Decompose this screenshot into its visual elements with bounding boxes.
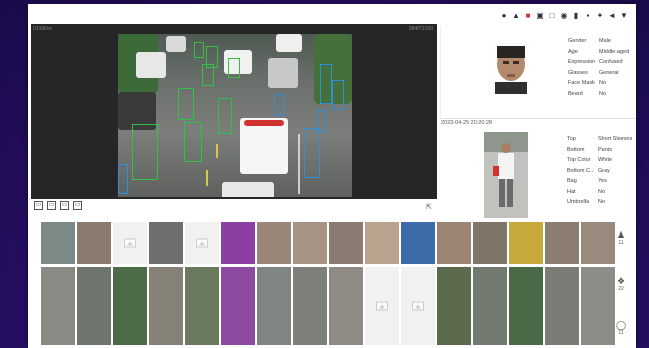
snapshot-icon[interactable]: ▣	[536, 11, 544, 20]
body-thumb[interactable]	[149, 267, 183, 345]
layout-4-icon[interactable]: ▭	[73, 201, 82, 210]
face-thumb[interactable]	[77, 222, 111, 264]
body-thumb[interactable]	[41, 267, 75, 345]
toolbar-icons: ● ▲ ■ ▣ □ ◉ ▮ ▪ ✦ ◄ ▼	[500, 11, 628, 20]
face-count-tab[interactable]: ♟ 11	[610, 230, 632, 246]
body-thumb[interactable]	[437, 267, 471, 345]
body-thumb[interactable]	[221, 267, 255, 345]
bike-count-tab[interactable]: ◯ 11	[610, 320, 632, 336]
capture-timestamp: 2023-04-25 20:20:28	[441, 120, 493, 126]
body-thumb[interactable]	[509, 267, 543, 345]
face-thumb[interactable]	[257, 222, 291, 264]
body-attributes: Top Short Sleeves Bottom Pants Top Color Wh…	[567, 136, 633, 205]
people-count: 22	[618, 286, 624, 292]
body-thumb[interactable]	[473, 267, 507, 345]
face-thumb[interactable]	[545, 222, 579, 264]
image-placeholder-icon	[376, 301, 388, 311]
video-channel-label: 01/06/xx	[33, 26, 52, 32]
body-attribute-panel: Top Short Sleeves Bottom Pants Top Color Wh…	[440, 130, 636, 220]
bike-icon: ◯	[615, 320, 627, 330]
image-placeholder-icon	[412, 301, 424, 311]
face-thumb[interactable]	[437, 222, 471, 264]
image-placeholder-icon	[196, 238, 208, 248]
fullscreen-icon[interactable]: ✦	[596, 11, 604, 20]
body-thumb[interactable]	[113, 267, 147, 345]
snapshot-strip: ♟ 11 ❖ 22 ◯ 11	[31, 220, 636, 348]
body-thumb-placeholder[interactable]	[365, 267, 399, 345]
person-icon: ♟	[616, 230, 626, 240]
body-image	[484, 132, 528, 218]
face-thumb[interactable]	[329, 222, 363, 264]
body-thumb[interactable]	[257, 267, 291, 345]
bike-count: 11	[618, 330, 624, 336]
face-image	[489, 42, 533, 94]
body-thumb-placeholder[interactable]	[401, 267, 435, 345]
face-thumb[interactable]	[509, 222, 543, 264]
face-thumb[interactable]	[41, 222, 75, 264]
people-icon: ❖	[616, 276, 626, 286]
layout-tools: ▭ ▭ ▭ ▭	[34, 201, 82, 210]
face-count: 11	[618, 240, 624, 246]
face-thumb[interactable]	[221, 222, 255, 264]
face-thumb[interactable]	[365, 222, 399, 264]
circle-icon[interactable]: ◉	[560, 11, 568, 20]
live-video-view[interactable]: 01/06/xx 3840*2160	[31, 24, 437, 199]
image-placeholder-icon	[124, 238, 136, 248]
audio-icon[interactable]: ◄	[608, 11, 616, 20]
person-icon[interactable]: ●	[500, 11, 508, 20]
app-window: ● ▲ ■ ▣ □ ◉ ▮ ▪ ✦ ◄ ▼ 01/06/xx 3840*2160	[28, 4, 636, 348]
record-icon[interactable]: ■	[524, 11, 532, 20]
face-thumb[interactable]	[293, 222, 327, 264]
square-icon[interactable]: □	[548, 11, 556, 20]
face-thumb[interactable]	[473, 222, 507, 264]
layout-3-icon[interactable]: ▭	[60, 201, 69, 210]
body-thumb[interactable]	[293, 267, 327, 345]
body-thumb[interactable]	[77, 267, 111, 345]
mic-icon[interactable]: ▮	[572, 11, 580, 20]
body-thumb[interactable]	[185, 267, 219, 345]
body-snapshot[interactable]	[484, 132, 528, 218]
camera-icon[interactable]: ▪	[584, 11, 592, 20]
face-thumb[interactable]	[401, 222, 435, 264]
face-thumb[interactable]	[149, 222, 183, 264]
face-snapshot-row	[41, 222, 615, 264]
layout-1-icon[interactable]: ▭	[34, 201, 43, 210]
traffic-scene	[118, 34, 352, 197]
pin-icon[interactable]: ▲	[512, 11, 520, 20]
face-thumb-placeholder[interactable]	[185, 222, 219, 264]
face-snapshot[interactable]	[481, 38, 541, 98]
face-thumb-placeholder[interactable]	[113, 222, 147, 264]
resize-icon[interactable]: ⇱	[426, 203, 432, 211]
panel-divider	[440, 118, 636, 119]
face-attribute-panel: Gender Male Age Middle-aged Expression Conf…	[440, 26, 636, 118]
download-icon[interactable]: ▼	[620, 11, 628, 20]
layout-2-icon[interactable]: ▭	[47, 201, 56, 210]
people-count-tab[interactable]: ❖ 22	[610, 276, 632, 292]
video-resolution-label: 3840*2160	[408, 26, 433, 32]
body-snapshot-row	[41, 267, 615, 345]
body-thumb[interactable]	[329, 267, 363, 345]
face-attributes: Gender Male Age Middle-aged Expression Conf…	[568, 38, 630, 97]
body-thumb[interactable]	[545, 267, 579, 345]
